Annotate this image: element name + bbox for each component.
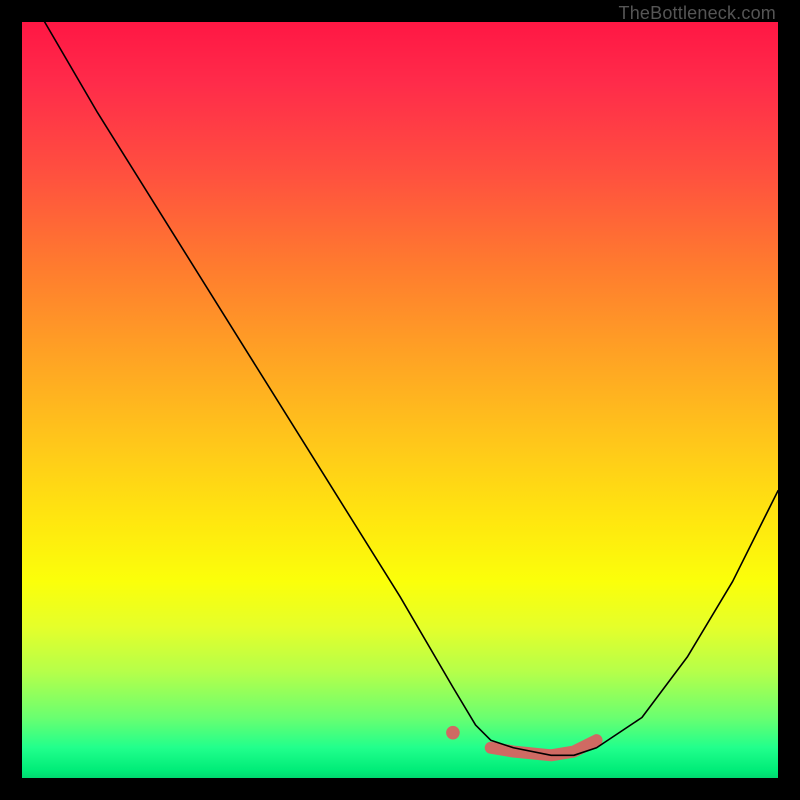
- watermark-text: TheBottleneck.com: [619, 3, 776, 24]
- bottleneck-curve: [45, 22, 778, 755]
- curve-layer: [22, 22, 778, 778]
- highlight-dot: [446, 726, 460, 740]
- chart-stage: TheBottleneck.com: [0, 0, 800, 800]
- plot-area: [22, 22, 778, 778]
